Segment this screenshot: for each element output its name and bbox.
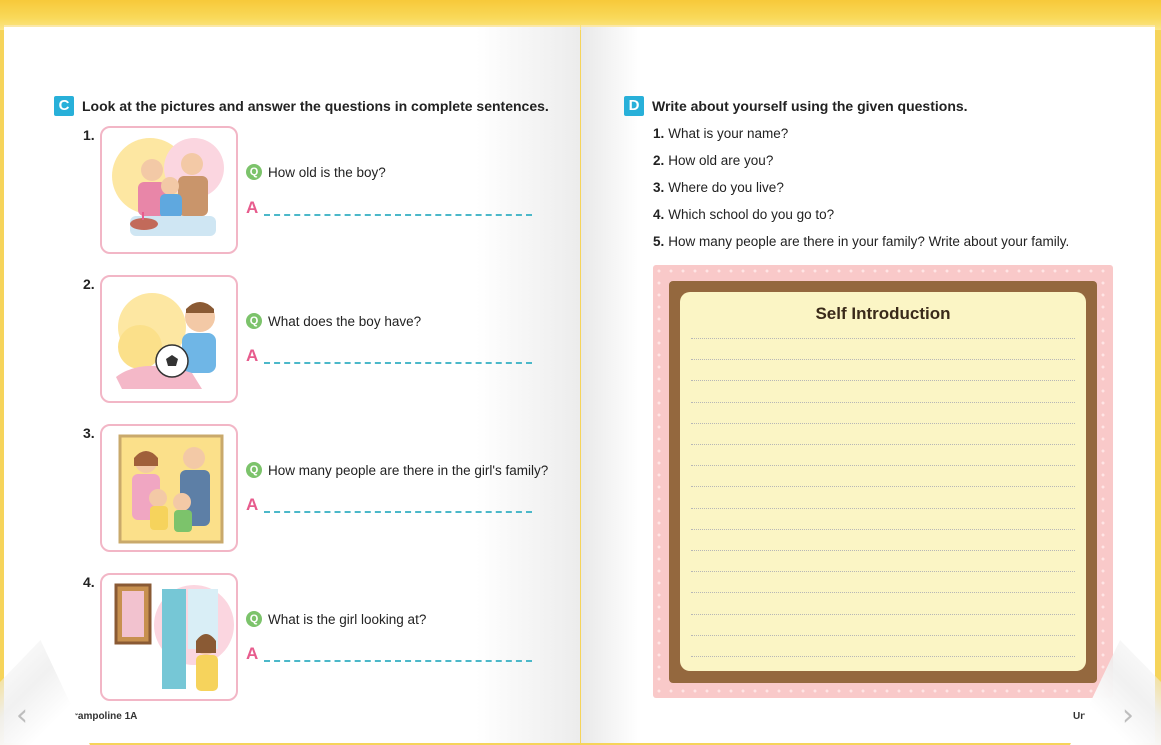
list-item-number: 3. [653,180,665,195]
list-item-text: What is your name? [668,126,789,141]
notepad-writing-line [691,359,1075,361]
answer-4: A [246,644,533,663]
notepad-writing-line [691,507,1075,509]
question-1: Q How old is the boy? [246,164,386,180]
question-2-text: What does the boy have? [268,313,422,329]
question-q-icon: Q [246,313,262,329]
notepad-writing-line [691,613,1075,615]
section-d-badge: D [624,96,644,116]
previous-page-arrow-icon[interactable]: ‹ [16,698,28,733]
question-4-text: What is the girl looking at? [268,611,427,627]
question-2-number: 2. [83,276,95,292]
girl-and-painting-picture [100,573,238,701]
next-page-arrow-icon[interactable]: › [1122,698,1134,733]
answer-2-field[interactable] [264,350,533,364]
notepad-writing-line [691,550,1075,551]
answer-a-icon: A [246,198,259,217]
list-item: 2. How old are you? [653,153,773,168]
answer-4-field[interactable] [264,648,533,662]
notepad-writing-line [691,656,1075,657]
notepad-writing-line [691,465,1075,467]
question-3: Q How many people are there in the girl'… [246,462,548,478]
answer-3-field[interactable] [264,499,533,513]
list-item-number: 1. [653,126,665,141]
answer-1: A [246,198,533,217]
question-4: Q What is the girl looking at? [246,611,426,627]
question-1-number: 1. [83,127,95,143]
list-item-number: 2. [653,153,665,168]
section-c-title: Look at the pictures and answer the ques… [82,98,549,114]
list-item-text: Which school do you go to? [668,207,835,222]
notepad-writing-line [691,380,1075,382]
boy-with-ball-picture [100,275,238,403]
section-d-title: Write about yourself using the given que… [652,98,968,114]
answer-3: A [246,495,533,514]
answer-a-icon: A [246,644,259,663]
answer-a-icon: A [246,346,259,365]
notepad-writing-line [691,444,1075,445]
list-item: 3. Where do you live? [653,180,784,195]
list-item-number: 5. [653,234,665,249]
answer-2: A [246,346,533,365]
question-3-number: 3. [83,425,95,441]
notepad-writing-line [691,634,1075,636]
list-item-text: How many people are there in your family… [668,234,1070,249]
section-c-badge: C [54,96,74,116]
section-c-header: C Look at the pictures and answer the qu… [54,96,549,116]
notepad-writing-line [691,528,1075,530]
list-item-text: Where do you live? [668,180,784,195]
question-1-text: How old is the boy? [268,164,386,180]
question-q-icon: Q [246,164,262,180]
question-2: Q What does the boy have? [246,313,421,329]
notepad-writing-line [691,401,1075,403]
family-portrait-picture [100,424,238,552]
left-page-footer: rampoline 1A [74,711,138,722]
list-item: 5. How many people are there in your fami… [653,234,1069,249]
notepad-writing-line [691,422,1075,424]
answer-a-icon: A [246,495,259,514]
answer-1-field[interactable] [264,202,533,216]
list-item-text: How old are you? [668,153,774,168]
list-item: 4. Which school do you go to? [653,207,834,222]
question-q-icon: Q [246,611,262,627]
notepad-title: Self Introduction [815,304,951,323]
question-3-text: How many people are there in the girl's … [268,462,549,478]
section-d-header: D Write about yourself using the given q… [624,96,968,116]
birthday-family-picture [100,126,238,254]
notepad-writing-line [691,592,1075,594]
notepad-writing-line [691,571,1075,573]
list-item-number: 4. [653,207,665,222]
notepad-writing-line [691,486,1075,488]
question-q-icon: Q [246,462,262,478]
notepad-writing-line [691,338,1075,339]
question-4-number: 4. [83,574,95,590]
list-item: 1. What is your name? [653,126,788,141]
